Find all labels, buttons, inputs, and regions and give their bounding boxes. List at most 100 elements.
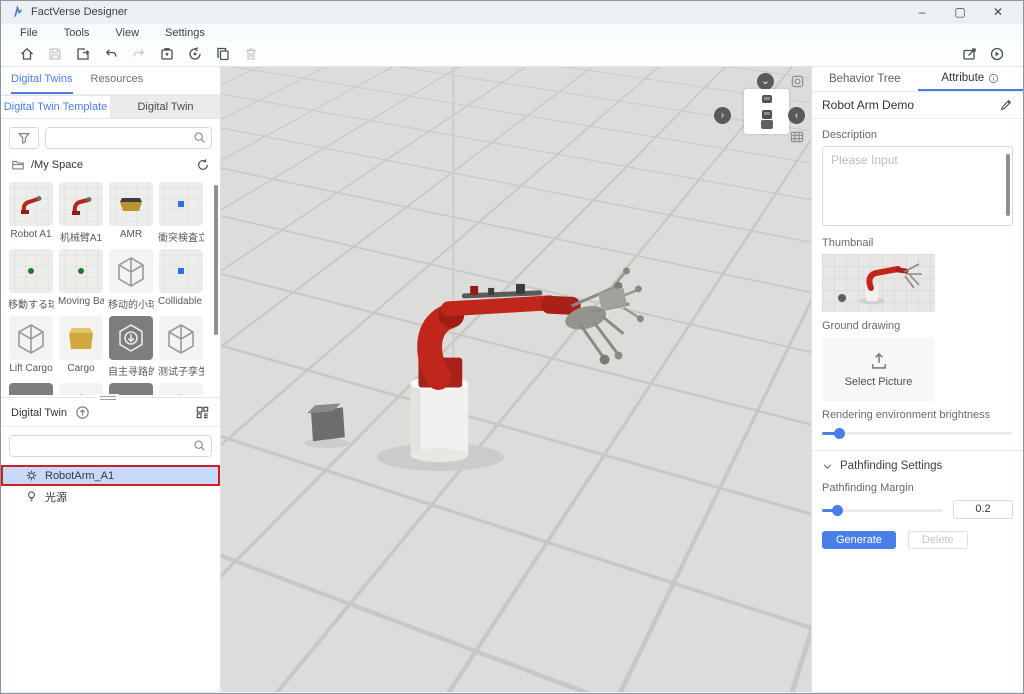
- menu-view[interactable]: View: [115, 27, 139, 39]
- template-item[interactable]: 测试子孪生体: [159, 316, 203, 378]
- search-icon: [193, 439, 206, 452]
- library-tabs: Digital Twins Resources: [1, 67, 220, 95]
- description-scrollbar[interactable]: [1006, 154, 1010, 216]
- tab-attribute[interactable]: Attribute: [918, 67, 1024, 91]
- template-item[interactable]: 机械臂A1: [59, 182, 103, 244]
- library-subtabs: Digital Twin Template Digital Twin: [1, 95, 220, 119]
- brightness-slider[interactable]: [822, 426, 1012, 440]
- margin-slider-thumb[interactable]: [832, 505, 843, 516]
- instance-search-input[interactable]: [9, 435, 212, 457]
- app-window: FactVerse Designer – ▢ ✕ File Tools View…: [0, 0, 1024, 694]
- thumbnail-label: Thumbnail: [822, 237, 1013, 249]
- amr-thumbnail-icon: [109, 182, 153, 226]
- margin-value-input[interactable]: [953, 500, 1013, 519]
- template-item[interactable]: Lift Cargo: [9, 316, 53, 378]
- template-item[interactable]: 自主寻路的…: [109, 316, 153, 378]
- home-icon[interactable]: [13, 43, 41, 65]
- ball-thumbnail-icon: [9, 249, 53, 293]
- template-grid: Robot A1 机械臂A1 AMR: [1, 177, 220, 395]
- attribute-panel: Behavior Tree Attribute Robot Arm Demo D…: [811, 67, 1023, 692]
- folder-icon: [11, 158, 25, 172]
- menu-file[interactable]: File: [20, 27, 38, 39]
- tab-digital-twins[interactable]: Digital Twins: [11, 73, 73, 94]
- description-input[interactable]: [822, 146, 1013, 226]
- viewport-3d[interactable]: ⌄ › ‹: [221, 67, 811, 692]
- list-item-light[interactable]: 光源: [1, 486, 220, 507]
- toolbar: [1, 42, 1023, 67]
- run-icon[interactable]: [983, 43, 1011, 65]
- ground-drawing-label: Ground drawing: [822, 320, 1013, 332]
- undo-icon[interactable]: [97, 43, 125, 65]
- twin-name: Robot Arm Demo: [822, 98, 914, 112]
- template-item[interactable]: AMR: [109, 182, 153, 244]
- brightness-slider-thumb[interactable]: [834, 428, 845, 439]
- pathfinding-section-header[interactable]: Pathfinding Settings: [822, 451, 1013, 474]
- cube-dot-thumbnail-icon: [159, 249, 203, 293]
- maximize-button[interactable]: ▢: [941, 1, 979, 23]
- template-item[interactable]: Moving Ball: [59, 249, 103, 311]
- redo-icon: [125, 43, 153, 65]
- copy-icon[interactable]: [209, 43, 237, 65]
- refresh-icon[interactable]: [196, 158, 210, 172]
- menu-settings[interactable]: Settings: [165, 27, 205, 39]
- window-title: FactVerse Designer: [31, 6, 128, 18]
- template-search-input[interactable]: [45, 127, 212, 149]
- panel-divider[interactable]: [1, 397, 220, 398]
- template-item[interactable]: 衝突検査立…: [159, 182, 203, 244]
- title-bar: FactVerse Designer – ▢ ✕: [1, 1, 1023, 23]
- ball-thumbnail-icon: [59, 249, 103, 293]
- subtab-digital-twin[interactable]: Digital Twin: [111, 96, 220, 118]
- generate-button[interactable]: Generate: [822, 531, 896, 549]
- digital-twin-section-title: Digital Twin: [11, 407, 67, 419]
- edit-pencil-icon[interactable]: [999, 98, 1013, 112]
- subtab-digital-twin-template[interactable]: Digital Twin Template: [1, 96, 111, 118]
- delete-button: Delete: [908, 531, 968, 549]
- cube-icon: [9, 316, 53, 360]
- tab-resources[interactable]: Resources: [91, 73, 144, 89]
- upload-cloud-icon[interactable]: [75, 405, 90, 420]
- chevron-down-icon[interactable]: ⌄: [757, 73, 774, 90]
- select-picture-label: Select Picture: [845, 376, 913, 388]
- layout-grid-icon[interactable]: [195, 405, 210, 420]
- close-button[interactable]: ✕: [979, 1, 1017, 23]
- trash-icon: [237, 43, 265, 65]
- package-icon[interactable]: [153, 43, 181, 65]
- robot-thumbnail-icon: [59, 182, 103, 226]
- list-item-robotarm[interactable]: RobotArm_A1: [1, 465, 220, 486]
- template-item[interactable]: Robot A1: [9, 182, 53, 244]
- chevron-left-icon[interactable]: ‹: [788, 107, 805, 124]
- chevron-right-icon[interactable]: ›: [714, 107, 731, 124]
- template-item[interactable]: 移动的小球: [109, 249, 153, 311]
- breadcrumb-path[interactable]: /My Space: [31, 159, 83, 171]
- template-item[interactable]: Collidable …: [159, 249, 203, 311]
- minimize-button[interactable]: –: [903, 1, 941, 23]
- app-logo-icon: [11, 6, 24, 19]
- cube-icon: [159, 316, 203, 360]
- orbit-icon[interactable]: [181, 43, 209, 65]
- robot-front-icon: [757, 93, 777, 107]
- thumbnail-image: [822, 254, 935, 312]
- template-item[interactable]: Cargo: [59, 316, 103, 378]
- gear-icon: [25, 469, 38, 482]
- view-reset-icon[interactable]: [789, 73, 805, 89]
- filter-button[interactable]: [9, 127, 39, 149]
- resize-handle-icon[interactable]: [97, 394, 119, 401]
- menu-tools[interactable]: Tools: [64, 27, 90, 39]
- description-label: Description: [822, 129, 1013, 141]
- select-picture-upload[interactable]: Select Picture: [822, 337, 935, 401]
- pathfinding-thumbnail-icon: [109, 316, 153, 360]
- export-icon[interactable]: [69, 43, 97, 65]
- publish-icon[interactable]: [955, 43, 983, 65]
- search-icon: [193, 131, 206, 144]
- info-icon: [988, 73, 999, 84]
- margin-slider[interactable]: [822, 503, 943, 517]
- tab-behavior-tree[interactable]: Behavior Tree: [812, 67, 918, 91]
- template-scrollbar[interactable]: [214, 185, 218, 335]
- menu-bar: File Tools View Settings: [1, 23, 1023, 42]
- template-item[interactable]: 移動する球体: [9, 249, 53, 311]
- grid-toggle-icon[interactable]: [789, 129, 805, 145]
- chevron-down-icon: [822, 461, 833, 472]
- cube-dot-thumbnail-icon: [159, 182, 203, 226]
- pathfinding-margin-label: Pathfinding Margin: [822, 482, 1013, 494]
- view-cube[interactable]: [744, 89, 789, 134]
